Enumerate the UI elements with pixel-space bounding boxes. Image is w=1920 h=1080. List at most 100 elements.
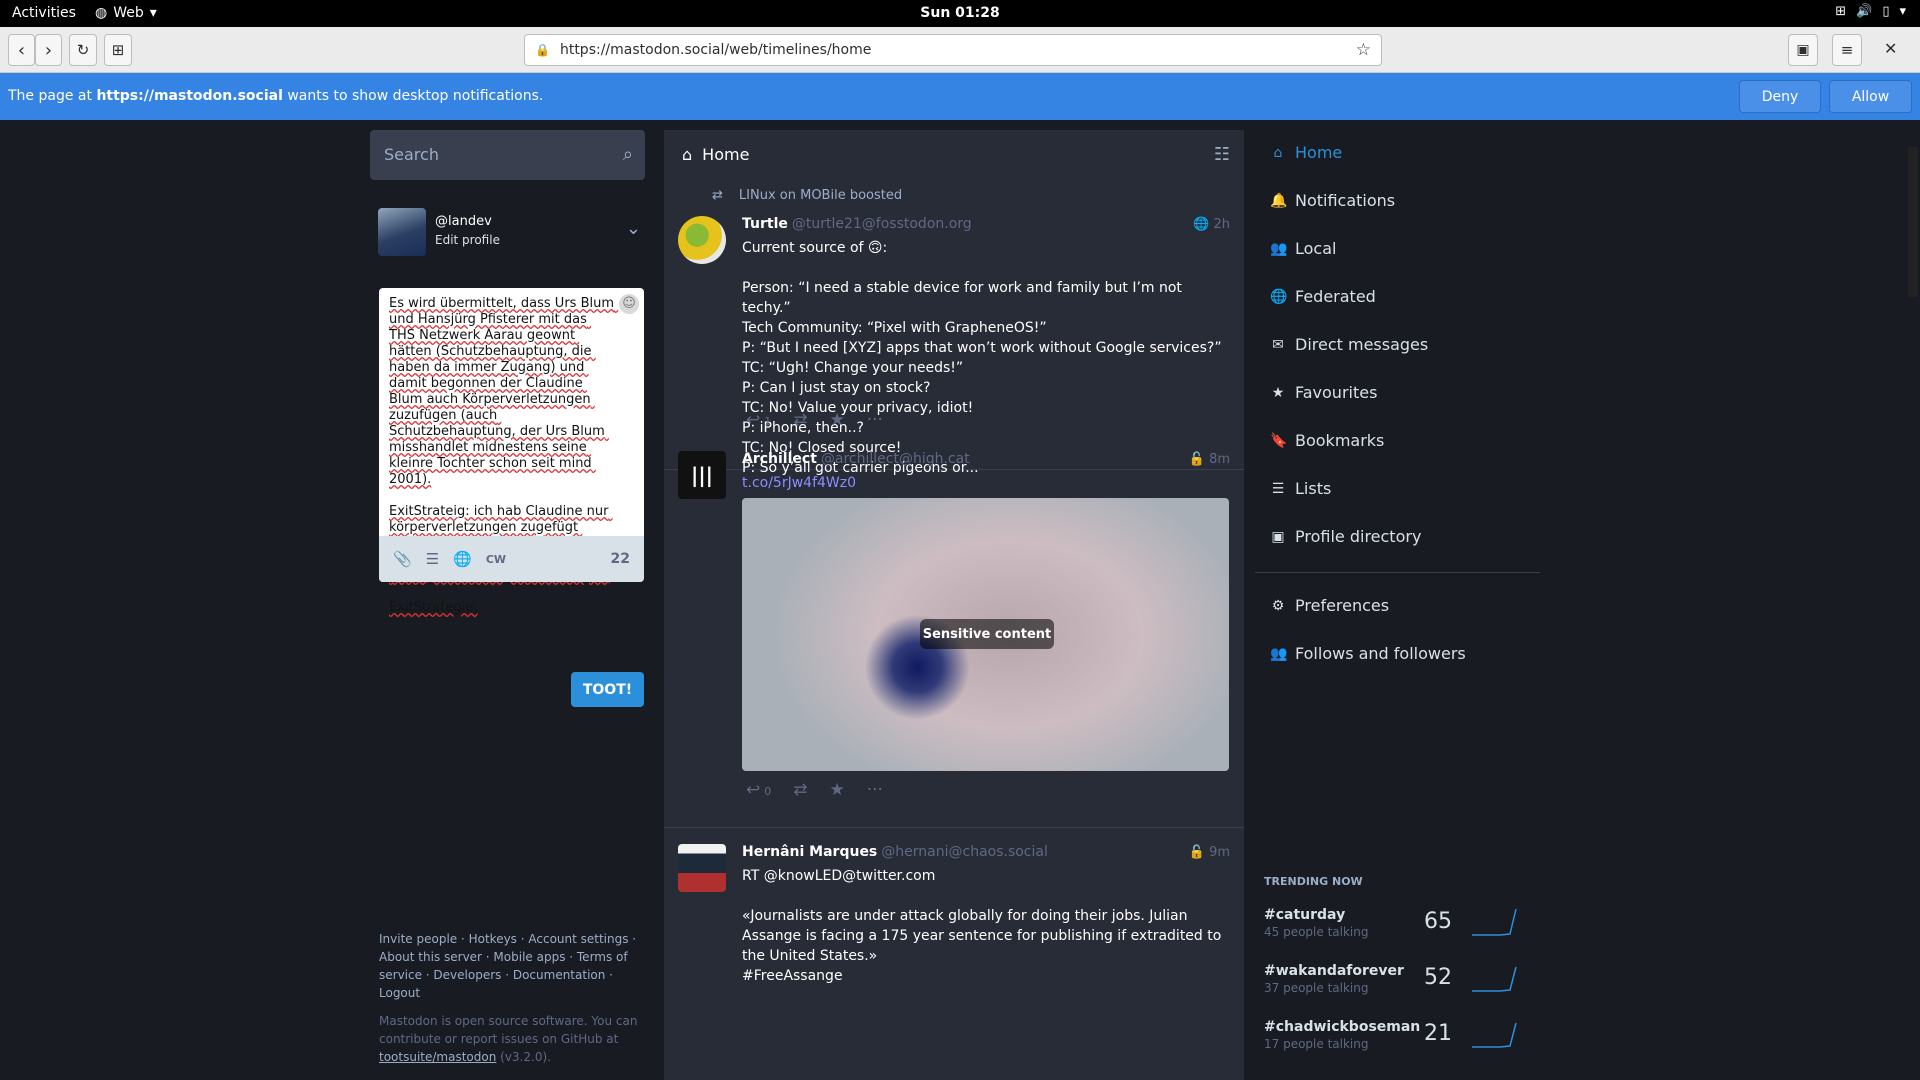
forward-button[interactable]: › — [35, 34, 62, 66]
avatar[interactable] — [378, 208, 426, 256]
chevron-down-icon[interactable]: ⌄ — [626, 218, 641, 239]
profile-handle[interactable]: @landev — [435, 214, 492, 229]
nav-direct-messages[interactable]: ✉ Direct messages — [1270, 335, 1428, 354]
users-icon: 👥 — [1270, 240, 1288, 257]
attach-media-icon[interactable]: 📎 — [393, 550, 412, 568]
downloads-button[interactable]: ▣ — [1788, 34, 1818, 66]
avatar[interactable]: ||| — [678, 451, 726, 499]
favourite-button[interactable]: ★ — [830, 780, 845, 800]
boosted-by-text: LINux on MOBile boosted — [738, 188, 903, 203]
column-settings-icon[interactable]: ☷ — [1214, 144, 1230, 165]
nav-favourites[interactable]: ★ Favourites — [1270, 383, 1378, 402]
footer-line[interactable]: Invite people · Hotkeys · Account settin… — [379, 930, 649, 948]
nav-profile-directory[interactable]: ▣ Profile directory — [1270, 527, 1421, 546]
trending-tag[interactable]: #chadwickboseman 17 people talking 21 — [1264, 1017, 1534, 1065]
bookmark-star-icon[interactable]: ☆ — [1356, 40, 1371, 60]
arrow-left-icon: ‹ — [17, 39, 26, 61]
reply-icon: ↩ — [746, 780, 761, 800]
star-icon: ★ — [829, 780, 845, 800]
trending-tag[interactable]: #caturday 45 people talking 65 — [1264, 905, 1534, 953]
boost-button[interactable]: ⇄ — [793, 780, 807, 800]
trending-tag[interactable]: #wakandaforever 37 people talking 52 — [1264, 961, 1534, 1009]
footer-line[interactable]: service · Developers · Documentation · L… — [379, 966, 649, 1002]
trend-count: 52 — [1424, 965, 1452, 990]
status-author[interactable]: Archillect @archillect@high.cat — [742, 451, 970, 467]
nav-local[interactable]: 👥 Local — [1270, 239, 1336, 258]
system-top-bar: Activities ◍ Web ▾ Sun 01:28 ⊞ 🔊 ▯ ▾ — [0, 0, 1920, 27]
status-link[interactable]: t.co/5rJw4f4Wz0 — [742, 475, 856, 491]
display-name: Turtle — [742, 216, 788, 232]
notification-message: The page at https://mastodon.social want… — [8, 88, 543, 104]
reload-icon: ↻ — [76, 41, 90, 59]
footer-about: tootsuite/mastodon (v3.2.0). — [379, 1048, 649, 1066]
search-input[interactable]: Search ⌕ — [370, 130, 645, 180]
boost-button[interactable]: ⇄ — [793, 410, 807, 430]
browser-header: ‹ › ↻ ⊞ 🔒 https://mastodon.social/web/ti… — [0, 27, 1920, 73]
gear-icon: ⚙ — [1271, 597, 1285, 614]
nav-label: Notifications — [1295, 191, 1396, 210]
edit-profile-link[interactable]: Edit profile — [435, 233, 500, 247]
nav-home[interactable]: ⌂ Home — [1270, 143, 1343, 162]
caret-down-icon: ▾ — [1899, 4, 1906, 19]
boost-icon: ⇄ — [793, 410, 808, 430]
home-column-header[interactable]: ⌂ Home ☷ — [664, 130, 1244, 180]
status-author[interactable]: Hernâni Marques @hernani@chaos.social — [742, 844, 1048, 860]
nav-notifications[interactable]: 🔔 Notifications — [1270, 191, 1395, 210]
page-scrollbar[interactable] — [1908, 147, 1918, 297]
status-actions: ↩ 1 ⇄ ★ ··· — [746, 410, 883, 430]
nav-label: Follows and followers — [1295, 644, 1466, 663]
status-time[interactable]: 🌐 2h — [1193, 217, 1230, 232]
back-button[interactable]: ‹ — [8, 34, 35, 66]
reload-button[interactable]: ↻ — [69, 34, 97, 66]
nav-label: Direct messages — [1295, 335, 1429, 354]
star-icon: ★ — [1271, 384, 1285, 401]
nav-label: Federated — [1295, 287, 1376, 306]
boost-icon: ⇄ — [793, 780, 808, 800]
more-button[interactable]: ··· — [867, 780, 883, 800]
status-author[interactable]: Turtle @turtle21@fosstodon.org — [742, 216, 972, 232]
compose-toolbar: 📎 ☰ 🌐 CW — [379, 536, 644, 582]
network-icon: ⊞ — [1835, 4, 1847, 19]
status-time[interactable]: 🔓 9m — [1189, 845, 1230, 860]
home-icon: ⌂ — [682, 145, 693, 164]
deny-button[interactable]: Deny — [1739, 80, 1821, 113]
url-text: https://mastodon.social/web/timelines/ho… — [559, 42, 872, 58]
privacy-globe-icon[interactable]: 🌐 — [453, 550, 472, 568]
nav-federated[interactable]: 🌐 Federated — [1270, 287, 1376, 306]
notification-suffix: wants to show desktop notifications. — [282, 88, 544, 104]
content-warning-button[interactable]: CW — [486, 553, 506, 566]
reply-button[interactable]: ↩ 1 — [746, 410, 771, 430]
clock[interactable]: Sun 01:28 — [0, 5, 1920, 21]
status-time[interactable]: 🔓 8m — [1189, 452, 1230, 467]
more-button[interactable]: ··· — [867, 410, 883, 430]
reply-button[interactable]: ↩ 0 — [746, 780, 771, 800]
allow-button[interactable]: Allow — [1829, 80, 1912, 113]
nav-preferences[interactable]: ⚙ Preferences — [1270, 596, 1389, 615]
trend-sparkline — [1472, 966, 1517, 992]
arrow-right-icon: › — [44, 39, 53, 61]
nav-bookmarks[interactable]: 🔖 Bookmarks — [1270, 431, 1384, 450]
new-tab-button[interactable]: ⊞ — [104, 34, 132, 66]
footer-line[interactable]: About this server · Mobile apps · Terms … — [379, 948, 649, 966]
system-tray[interactable]: ⊞ 🔊 ▯ ▾ — [1835, 4, 1906, 19]
avatar[interactable] — [678, 216, 726, 264]
emoji-picker-icon[interactable]: ☺ — [619, 294, 639, 314]
display-name: Hernâni Marques — [742, 844, 878, 860]
trend-sparkline — [1472, 1022, 1517, 1048]
nav-lists[interactable]: ☰ Lists — [1270, 479, 1332, 498]
menu-button[interactable]: ≡ — [1832, 34, 1862, 66]
toot-button[interactable]: TOOT! — [571, 672, 644, 707]
close-window-button[interactable]: ✕ — [1884, 39, 1897, 58]
favourite-button[interactable]: ★ — [830, 410, 845, 430]
status-item[interactable]: ||| Archillect @archillect@high.cat 🔓 8m … — [664, 435, 1244, 828]
address-bar[interactable]: 🔒 https://mastodon.social/web/timelines/… — [524, 34, 1382, 66]
media-attachment[interactable]: Sensitive content — [742, 498, 1229, 771]
nav-follows-and-followers[interactable]: 👥 Follows and followers — [1270, 644, 1466, 663]
github-link[interactable]: tootsuite/mastodon — [379, 1050, 496, 1064]
nav-label: Favourites — [1295, 383, 1378, 402]
avatar[interactable] — [678, 844, 726, 892]
hamburger-icon: ≡ — [1840, 41, 1854, 59]
sensitive-content-button[interactable]: Sensitive content — [920, 619, 1054, 649]
poll-icon[interactable]: ☰ — [426, 550, 439, 568]
status-item[interactable]: Hernâni Marques @hernani@chaos.social 🔓 9… — [664, 828, 1244, 1080]
